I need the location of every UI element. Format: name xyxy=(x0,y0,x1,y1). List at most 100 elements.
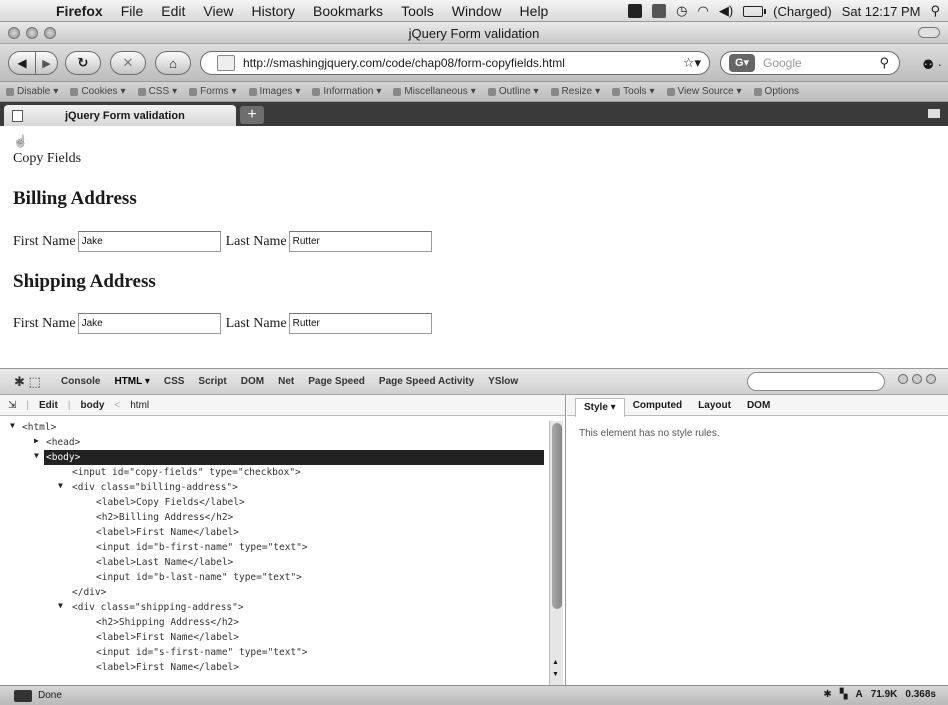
shipping-last-name-input[interactable] xyxy=(288,313,432,334)
menu-help[interactable]: Help xyxy=(511,3,558,19)
tree-node[interactable]: <label>First Name</label> xyxy=(96,525,239,540)
dev-disable-menu[interactable]: Disable ▾ xyxy=(0,86,64,97)
tree-node[interactable]: <html> xyxy=(22,420,56,435)
search-engine-icon[interactable]: G▾ xyxy=(729,54,755,72)
menu-app-firefox[interactable]: Firefox xyxy=(46,3,112,19)
tree-node[interactable]: <div class="shipping-address"> xyxy=(72,600,244,615)
tree-node[interactable]: <label>Copy Fields</label> xyxy=(96,495,245,510)
tree-node[interactable]: <div class="billing-address"> xyxy=(72,480,238,495)
dev-resize-menu[interactable]: Resize ▾ xyxy=(545,86,607,97)
copy-fields-checkbox[interactable]: ☝ xyxy=(13,134,28,149)
tree-scrollbar[interactable]: ▲ ▼ xyxy=(549,421,563,685)
extension-icon[interactable]: ⚉ · xyxy=(922,57,942,73)
expand-toggle-icon[interactable]: ▼ xyxy=(58,481,68,490)
spotlight-icon[interactable]: ⚲ xyxy=(930,3,940,19)
tab-script[interactable]: Script xyxy=(191,376,233,387)
tab-page-speed-activity[interactable]: Page Speed Activity xyxy=(372,376,481,387)
back-button[interactable]: ◀ xyxy=(8,51,36,75)
firebug-minimize-button[interactable] xyxy=(898,374,908,384)
wifi-icon[interactable]: ◠ xyxy=(697,3,708,19)
menu-tools[interactable]: Tools xyxy=(392,3,443,19)
tree-node[interactable]: <label>Last Name</label> xyxy=(96,555,233,570)
new-tab-button[interactable]: + xyxy=(240,106,264,124)
search-icon[interactable]: ⚲ xyxy=(879,55,889,71)
tree-node[interactable]: </div> xyxy=(72,585,106,600)
scrollbar-thumb[interactable] xyxy=(552,423,562,609)
shipping-first-name-input[interactable] xyxy=(77,313,221,334)
dev-forms-menu[interactable]: Forms ▾ xyxy=(183,86,242,97)
dev-images-menu[interactable]: Images ▾ xyxy=(243,86,307,97)
scroll-up-icon[interactable]: ▲ xyxy=(552,659,559,666)
dev-outline-menu[interactable]: Outline ▾ xyxy=(482,86,545,97)
tab-jquery-form-validation[interactable]: jQuery Form validation xyxy=(4,105,236,126)
tree-node[interactable]: <h2>Shipping Address</h2> xyxy=(96,615,239,630)
crumb-html[interactable]: html xyxy=(122,400,157,411)
dev-tools-menu[interactable]: Tools ▾ xyxy=(606,86,660,97)
tab-computed[interactable]: Computed xyxy=(625,400,690,411)
yslow-icon[interactable]: ▚ xyxy=(840,689,848,700)
tab-css[interactable]: CSS xyxy=(157,376,192,387)
dev-information-menu[interactable]: Information ▾ xyxy=(306,86,387,97)
tab-layout[interactable]: Layout xyxy=(690,400,739,411)
stop-button[interactable]: ✕ xyxy=(110,51,146,75)
volume-icon[interactable]: ◀) xyxy=(719,3,733,19)
firebug-status-icon[interactable]: ✱ xyxy=(823,689,831,700)
crumb-body[interactable]: body xyxy=(73,400,113,411)
battery-icon[interactable] xyxy=(743,5,767,17)
site-favicon-icon[interactable] xyxy=(217,55,235,71)
tree-node-selected[interactable]: <body> xyxy=(44,450,544,465)
clock[interactable]: Sat 12:17 PM xyxy=(842,4,921,19)
inspect-icon[interactable]: ⇲ xyxy=(0,400,24,411)
firebug-close-button[interactable] xyxy=(926,374,936,384)
search-input[interactable]: Google xyxy=(763,56,802,70)
tree-node[interactable]: <input id="s-first-name" type="text"> xyxy=(96,645,308,660)
collapse-toggle-icon[interactable]: ▶ xyxy=(34,436,44,445)
edit-button[interactable]: Edit xyxy=(31,400,66,411)
reload-button[interactable]: ↻ xyxy=(65,51,101,75)
dev-miscellaneous-menu[interactable]: Miscellaneous ▾ xyxy=(387,86,481,97)
dev-options-menu[interactable]: Options xyxy=(748,86,805,97)
firebug-detach-button[interactable] xyxy=(912,374,922,384)
menu-history[interactable]: History xyxy=(242,3,304,19)
time-machine-icon[interactable]: ◷ xyxy=(676,3,687,19)
tab-console[interactable]: Console xyxy=(54,376,107,387)
address-bar[interactable]: http://smashingjquery.com/code/chap08/fo… xyxy=(200,51,710,75)
search-bar[interactable]: G▾ Google ⚲ xyxy=(720,51,900,75)
menu-edit[interactable]: Edit xyxy=(152,3,194,19)
tree-node[interactable]: <h2>Billing Address</h2> xyxy=(96,510,233,525)
dev-view-source-menu[interactable]: View Source ▾ xyxy=(661,86,748,97)
billing-last-name-input[interactable] xyxy=(288,231,432,252)
tree-node[interactable]: <head> xyxy=(46,435,80,450)
tree-node[interactable]: <input id="copy-fields" type="checkbox"> xyxy=(72,465,301,480)
toolbar-toggle-button[interactable] xyxy=(918,27,940,38)
expand-toggle-icon[interactable]: ▼ xyxy=(58,601,68,610)
tree-node[interactable]: <input id="b-first-name" type="text"> xyxy=(96,540,308,555)
tab-yslow[interactable]: YSlow xyxy=(481,376,525,387)
bookmark-star-icon[interactable]: ☆▾ xyxy=(683,55,701,71)
tree-node[interactable]: <label>First Name</label> xyxy=(96,660,239,675)
tab-dom[interactable]: DOM xyxy=(234,376,271,387)
menu-bookmarks[interactable]: Bookmarks xyxy=(304,3,392,19)
firebug-search-input[interactable] xyxy=(747,372,885,391)
tab-side-dom[interactable]: DOM xyxy=(739,400,778,411)
tab-html[interactable]: HTML ▾ xyxy=(107,374,156,389)
dev-cookies-menu[interactable]: Cookies ▾ xyxy=(64,86,131,97)
expand-toggle-icon[interactable]: ▼ xyxy=(10,421,20,430)
scroll-down-icon[interactable]: ▼ xyxy=(552,671,559,678)
menu-window[interactable]: Window xyxy=(443,3,511,19)
expand-toggle-icon[interactable]: ▼ xyxy=(34,451,44,460)
app-indicator-icon[interactable] xyxy=(628,4,643,18)
billing-first-name-input[interactable] xyxy=(77,231,221,252)
url-text[interactable]: http://smashingjquery.com/code/chap08/fo… xyxy=(243,56,565,70)
dev-css-menu[interactable]: CSS ▾ xyxy=(132,86,184,97)
tree-node[interactable]: <label>First Name</label> xyxy=(96,630,239,645)
tab-page-speed[interactable]: Page Speed xyxy=(301,376,372,387)
grade-badge[interactable]: A xyxy=(855,689,862,700)
firebug-bug-icon[interactable]: ✱ ⬚ xyxy=(14,374,54,390)
menu-file[interactable]: File xyxy=(112,3,153,19)
tab-list-button[interactable] xyxy=(928,109,940,118)
tab-net[interactable]: Net xyxy=(271,376,301,387)
display-icon[interactable] xyxy=(652,4,667,18)
forward-button[interactable]: ▶ xyxy=(36,51,58,75)
tab-style[interactable]: Style ▾ xyxy=(575,397,625,417)
